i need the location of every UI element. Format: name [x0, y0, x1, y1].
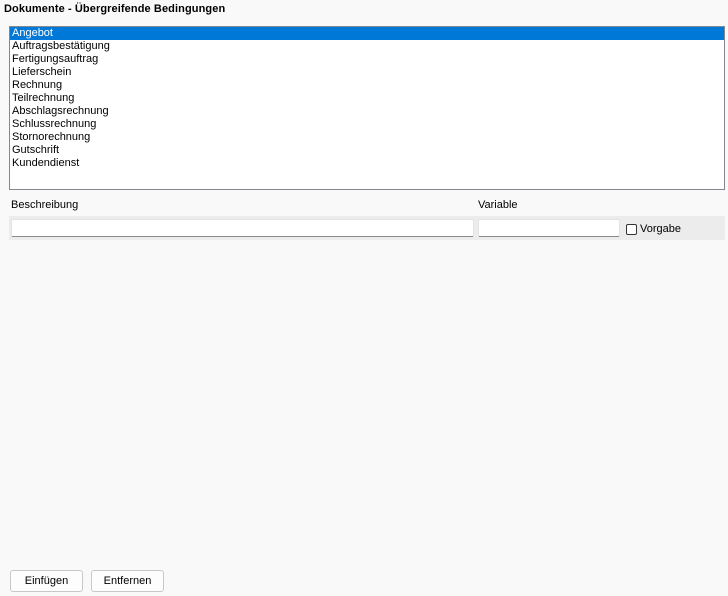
list-item-lieferschein[interactable]: Lieferschein — [10, 66, 724, 79]
list-item-stornorechnung[interactable]: Stornorechnung — [10, 131, 724, 144]
beschreibung-label: Beschreibung — [11, 199, 79, 211]
variable-label: Variable — [478, 199, 518, 211]
vorgabe-checkbox-group[interactable]: Vorgabe — [626, 222, 681, 236]
list-item-auftragsbestaetigung[interactable]: Auftragsbestätigung — [10, 40, 724, 53]
page-title: Dokumente - Übergreifende Bedingungen — [4, 3, 226, 15]
list-item-rechnung[interactable]: Rechnung — [10, 79, 724, 92]
list-item-angebot[interactable]: Angebot — [10, 27, 724, 40]
einfuegen-button[interactable]: Einfügen — [10, 570, 83, 592]
list-item-gutschrift[interactable]: Gutschrift — [10, 144, 724, 157]
vorgabe-label: Vorgabe — [640, 223, 681, 235]
list-item-abschlagsrechnung[interactable]: Abschlagsrechnung — [10, 105, 724, 118]
list-item-schlussrechnung[interactable]: Schlussrechnung — [10, 118, 724, 131]
variable-input[interactable] — [478, 219, 620, 237]
beschreibung-input[interactable] — [11, 219, 474, 237]
documents-listbox[interactable]: Angebot Auftragsbestätigung Fertigungsau… — [9, 26, 725, 190]
list-item-teilrechnung[interactable]: Teilrechnung — [10, 92, 724, 105]
vorgabe-checkbox[interactable] — [626, 223, 637, 235]
list-item-fertigungsauftrag[interactable]: Fertigungsauftrag — [10, 53, 724, 66]
list-item-kundendienst[interactable]: Kundendienst — [10, 157, 724, 170]
entfernen-button[interactable]: Entfernen — [91, 570, 164, 592]
